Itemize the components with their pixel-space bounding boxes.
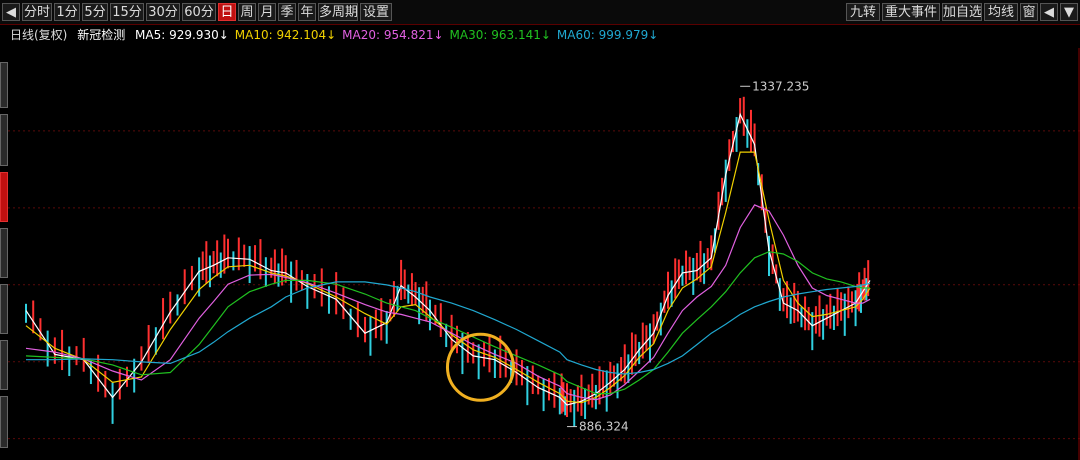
ma-value: MA30: 963.141↓ (449, 28, 551, 42)
side-tab[interactable] (0, 228, 8, 278)
toolbar-button[interactable]: 分时 (22, 3, 52, 21)
stock-name: 新冠检测 (77, 28, 126, 42)
toolbar: ◀ 分时 1分 5分 15分 30分 60分日周月季年多周期 设置 ▼ ◀ 窗均线 加自选 重大事件 九转 (0, 0, 1080, 25)
toolbar-button[interactable]: 九转 (846, 3, 880, 21)
period-label: 日线(复权) (10, 28, 68, 42)
toolbar-button[interactable]: ▼ (1060, 3, 1078, 21)
toolbar-button[interactable]: 月 (258, 3, 276, 21)
side-tab[interactable] (0, 340, 8, 390)
toolbar-button[interactable]: 多周期 (318, 3, 358, 21)
kline-chart[interactable]: 1337.235 886.324 (8, 48, 1080, 460)
toolbar-button[interactable]: 窗 (1020, 3, 1038, 21)
side-tabs (0, 48, 8, 460)
toolbar-button[interactable]: 重大事件 (882, 3, 940, 21)
toolbar-button[interactable]: 设置 (360, 3, 392, 21)
toolbar-button[interactable]: 季 (278, 3, 296, 21)
low-label: 886.324 (579, 420, 629, 434)
side-tab[interactable] (0, 284, 8, 334)
high-label: 1337.235 (752, 79, 809, 93)
ma-values: MA5: 929.930↓ MA10: 942.104↓ MA20: 954.821… (135, 28, 664, 42)
side-tab[interactable] (0, 62, 8, 108)
toolbar-button[interactable]: ◀ (2, 3, 20, 21)
side-tab[interactable] (0, 396, 8, 448)
toolbar-button[interactable]: 均线 (984, 3, 1018, 21)
toolbar-button[interactable]: 30分 (146, 3, 180, 21)
ma-value: MA5: 929.930↓ (135, 28, 229, 42)
toolbar-button[interactable]: 年 (298, 3, 316, 21)
toolbar-button[interactable]: 15分 (110, 3, 144, 21)
ma-value: MA60: 999.979↓ (556, 28, 659, 42)
side-tab-active[interactable] (0, 172, 8, 222)
highlight-circle (445, 332, 515, 402)
toolbar-button[interactable]: 5分 (82, 3, 108, 21)
toolbar-button[interactable]: 60分 (182, 3, 216, 21)
toolbar-button[interactable]: 1分 (54, 3, 80, 21)
ma-legend: 日线(复权) 新冠检测 MA5: 929.930↓ MA10: 942.104↓ M… (10, 26, 670, 44)
toolbar-button[interactable]: ◀ (1040, 3, 1058, 21)
toolbar-button[interactable]: 加自选 (942, 3, 982, 21)
ma-value: MA10: 942.104↓ (234, 28, 337, 42)
side-tab[interactable] (0, 114, 8, 166)
toolbar-button[interactable]: 日 (218, 3, 236, 21)
ma-value: MA20: 954.821↓ (342, 28, 444, 42)
toolbar-button[interactable]: 周 (238, 3, 256, 21)
